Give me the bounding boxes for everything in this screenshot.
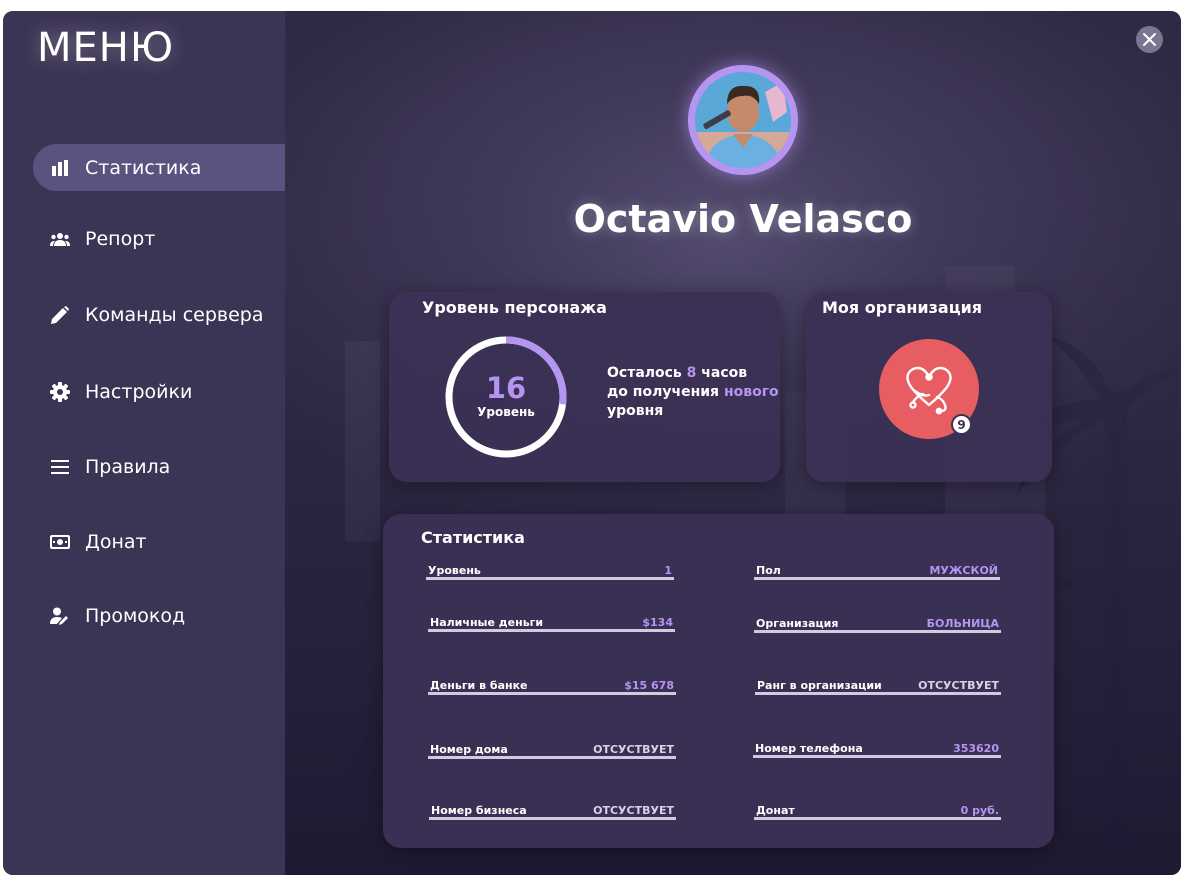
avatar-image	[695, 72, 791, 168]
sidebar-item-label: Промокод	[85, 604, 186, 627]
stat-value: ОТСУСТВУЕТ	[593, 804, 674, 817]
remaining-mid: до получения	[607, 384, 720, 400]
remaining-hours: 8	[686, 365, 697, 381]
sidebar-item-label: Статистика	[85, 156, 202, 179]
level-label: Уровень	[477, 405, 535, 419]
remaining-end: уровня	[607, 403, 664, 419]
stat-label: Организация	[756, 617, 839, 630]
player-name: Octavio Velasco	[573, 197, 913, 241]
stat-row-gender: Пол МУЖСКОЙ	[754, 561, 1000, 580]
pencil-icon	[49, 304, 71, 326]
sidebar-item-donate[interactable]: Донат	[33, 518, 285, 565]
gear-icon	[49, 381, 71, 403]
sidebar: МЕНЮ Статистика Репорт Команды сервера Н…	[3, 11, 285, 875]
stat-value: МУЖСКОЙ	[929, 564, 998, 577]
menu-window: МЕНЮ Статистика Репорт Команды сервера Н…	[3, 11, 1181, 875]
stat-value: 1	[664, 564, 672, 577]
level-remaining-text: Осталось 8 часов до получения нового уро…	[607, 364, 782, 421]
stat-value: 0 руб.	[960, 804, 999, 817]
stat-row-organization: Организация БОЛЬНИЦА	[754, 614, 1001, 633]
money-icon	[49, 531, 71, 553]
stat-value: ОТСУСТВУЕТ	[593, 743, 674, 756]
stat-label: Номер бизнеса	[431, 804, 527, 817]
statistics-card-title: Статистика	[421, 528, 525, 547]
sidebar-item-label: Репорт	[85, 227, 156, 250]
stat-row-level: Уровень 1	[426, 561, 674, 580]
list-icon	[49, 456, 71, 478]
stat-row-cash: Наличные деньги $134	[428, 613, 675, 632]
organization-count-badge: 9	[951, 414, 972, 435]
stat-label: Ранг в организации	[757, 679, 882, 692]
stat-row-phone: Номер телефона 353620	[753, 739, 1001, 758]
stat-label: Донат	[756, 804, 795, 817]
sidebar-item-server-commands[interactable]: Команды сервера	[33, 291, 285, 338]
stat-label: Наличные деньги	[430, 616, 544, 629]
stat-row-house: Номер дома ОТСУСТВУЕТ	[428, 740, 676, 759]
stat-label: Деньги в банке	[430, 679, 528, 692]
sidebar-item-settings[interactable]: Настройки	[33, 368, 285, 415]
close-button[interactable]	[1136, 26, 1163, 53]
sidebar-item-label: Команды сервера	[85, 303, 264, 326]
menu-title: МЕНЮ	[37, 25, 175, 71]
remaining-prefix: Осталось	[607, 365, 682, 381]
stat-row-business: Номер бизнеса ОТСУСТВУЕТ	[429, 801, 676, 820]
stat-value: $15 678	[624, 679, 674, 692]
stat-label: Пол	[756, 564, 781, 577]
avatar	[688, 65, 798, 175]
stat-label: Номер телефона	[755, 742, 863, 755]
level-card-title: Уровень персонажа	[422, 298, 607, 317]
stat-label: Номер дома	[430, 743, 508, 756]
level-number: 16	[485, 371, 527, 405]
stat-value: БОЛЬНИЦА	[926, 617, 999, 630]
user-edit-icon	[49, 605, 71, 627]
bar-chart-icon	[49, 157, 71, 179]
sidebar-item-report[interactable]: Репорт	[33, 215, 285, 262]
stat-label: Уровень	[428, 564, 481, 577]
sidebar-item-label: Настройки	[85, 380, 193, 403]
stat-value: 353620	[953, 742, 999, 755]
stat-row-org-rank: Ранг в организации ОТСУСТВУЕТ	[755, 676, 1001, 695]
stat-value: $134	[642, 616, 673, 629]
organization-card-title: Моя организация	[822, 298, 983, 317]
sidebar-item-promocode[interactable]: Промокод	[33, 592, 285, 639]
sidebar-item-statistics[interactable]: Статистика	[33, 144, 285, 191]
sidebar-item-label: Правила	[85, 455, 171, 478]
stat-value: ОТСУСТВУЕТ	[918, 679, 999, 692]
users-icon	[49, 228, 71, 250]
sidebar-item-label: Донат	[85, 530, 147, 553]
stethoscope-heart-icon	[906, 366, 952, 415]
stat-row-bank: Деньги в банке $15 678	[428, 676, 676, 695]
sidebar-item-rules[interactable]: Правила	[33, 443, 285, 490]
stat-row-donate: Донат 0 руб.	[754, 801, 1001, 820]
remaining-hours-unit: часов	[701, 365, 748, 381]
remaining-new: нового	[723, 384, 779, 400]
close-icon	[1143, 33, 1156, 46]
